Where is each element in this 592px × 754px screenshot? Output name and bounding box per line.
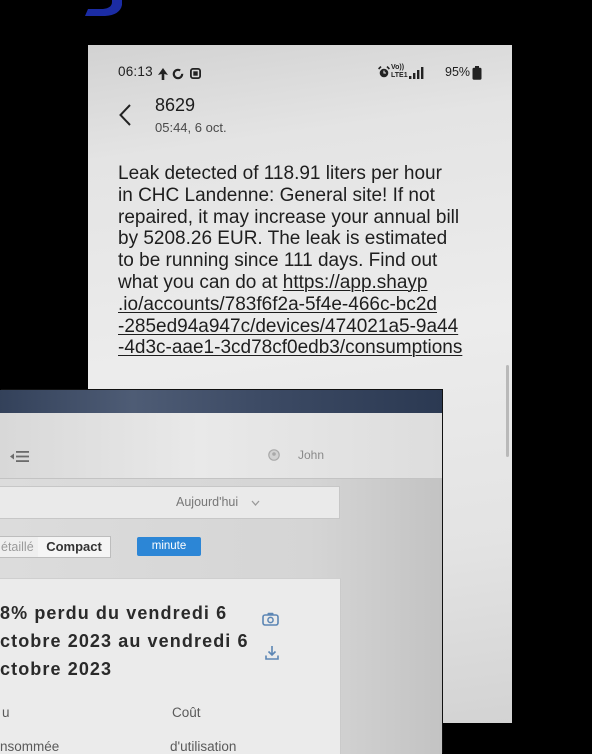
message-line: in CHC Landenne: General site! If not bbox=[118, 185, 503, 207]
signal-icon bbox=[409, 67, 424, 79]
message-link[interactable]: -4d3c-aae1-3cd78cf0edb3/consumptions bbox=[118, 337, 462, 358]
gallery-icon bbox=[190, 68, 201, 79]
status-bar: 06:13 Vo)) LTE1 95% bbox=[88, 45, 512, 85]
browser-toolbar bbox=[0, 390, 442, 413]
column-header-consumption-line1: u bbox=[2, 705, 10, 720]
message-link[interactable]: https://app.shayp bbox=[283, 272, 428, 293]
column-header-consumption-line2: nsommée bbox=[0, 739, 60, 754]
user-icon bbox=[268, 449, 280, 461]
message-body: Leak detected of 118.91 liters per hour … bbox=[118, 163, 503, 359]
column-header-cost-line1: Coût bbox=[172, 705, 201, 720]
summary-title: 8% perdu du vendredi 6 ctobre 2023 au ve… bbox=[0, 599, 249, 683]
battery-icon bbox=[472, 66, 482, 80]
menu-button[interactable] bbox=[10, 450, 30, 463]
blue-logo-fragment bbox=[85, 0, 122, 16]
message-link[interactable]: .io/accounts/783f6f2a-5f4e-466c-bc2d bbox=[118, 294, 437, 315]
period-select[interactable]: Aujourd'hui bbox=[0, 486, 340, 519]
volte-top: Vo)) bbox=[391, 64, 405, 71]
message-line: .io/accounts/783f6f2a-5f4e-466c-bc2d bbox=[118, 294, 503, 316]
volte-indicator: Vo)) LTE1 bbox=[391, 64, 409, 79]
download-button[interactable] bbox=[265, 645, 279, 660]
summary-card: 8% perdu du vendredi 6 ctobre 2023 au ve… bbox=[0, 578, 341, 754]
camera-icon bbox=[262, 612, 279, 626]
status-time: 06:13 bbox=[118, 64, 153, 79]
message-link[interactable]: -285ed94a947c/devices/474021a5-9a44 bbox=[118, 316, 458, 337]
screenshot-button[interactable] bbox=[262, 612, 279, 626]
message-line: -285ed94a947c/devices/474021a5-9a44 bbox=[118, 316, 503, 338]
message-line: repaired, it may increase your annual bi… bbox=[118, 207, 503, 229]
tab-detailed[interactable]: étaillé bbox=[0, 536, 39, 558]
message-text: repaired, it may increase your annual bi… bbox=[118, 206, 460, 228]
message-text: to be running since 111 days. Find out bbox=[118, 250, 438, 272]
period-select-label: Aujourd'hui bbox=[176, 495, 239, 509]
menu-collapse-icon bbox=[10, 451, 29, 462]
scroll-indicator[interactable] bbox=[506, 365, 509, 457]
chevron-left-icon bbox=[119, 104, 131, 126]
summary-line: ctobre 2023 au vendredi 6 bbox=[0, 631, 249, 651]
interval-button[interactable]: minute bbox=[137, 537, 201, 556]
message-text: in CHC Landenne: General site! If not bbox=[118, 184, 435, 206]
summary-line: ctobre 2023 bbox=[0, 659, 113, 679]
app-header bbox=[0, 413, 442, 478]
message-line: to be running since 111 days. Find out bbox=[118, 250, 503, 272]
dashboard-photo: John Aujourd'hui étaillé Compact minute … bbox=[0, 390, 442, 754]
chevron-down-icon bbox=[251, 500, 260, 506]
message-line: Leak detected of 118.91 liters per hour bbox=[118, 163, 503, 185]
battery-percent: 95% bbox=[445, 65, 471, 79]
message-text: what you can do at bbox=[118, 271, 283, 293]
sync-icon bbox=[172, 68, 184, 80]
account-button[interactable]: John bbox=[268, 446, 338, 464]
message-line: by 5208.26 EUR. The leak is estimated bbox=[118, 228, 503, 250]
header-divider bbox=[0, 478, 442, 479]
user-name: John bbox=[298, 448, 325, 462]
alarm-icon bbox=[378, 66, 390, 78]
message-timestamp: 05:44, 6 oct. bbox=[155, 120, 227, 135]
summary-line: 8% perdu du vendredi 6 bbox=[0, 603, 228, 623]
tab-compact[interactable]: Compact bbox=[38, 536, 111, 558]
message-text: Leak detected of 118.91 liters per hour bbox=[118, 163, 442, 184]
back-button[interactable] bbox=[119, 104, 131, 126]
message-text: by 5208.26 EUR. The leak is estimated bbox=[118, 228, 448, 250]
navigation-icon bbox=[158, 68, 168, 80]
sender-number: 8629 bbox=[155, 95, 196, 115]
volte-bottom: LTE1 bbox=[391, 71, 408, 79]
message-line: what you can do at https://app.shayp bbox=[118, 272, 503, 294]
download-icon bbox=[265, 646, 279, 660]
column-header-cost-line2: d'utilisation bbox=[170, 739, 237, 754]
message-line: -4d3c-aae1-3cd78cf0edb3/consumptions bbox=[118, 337, 503, 359]
